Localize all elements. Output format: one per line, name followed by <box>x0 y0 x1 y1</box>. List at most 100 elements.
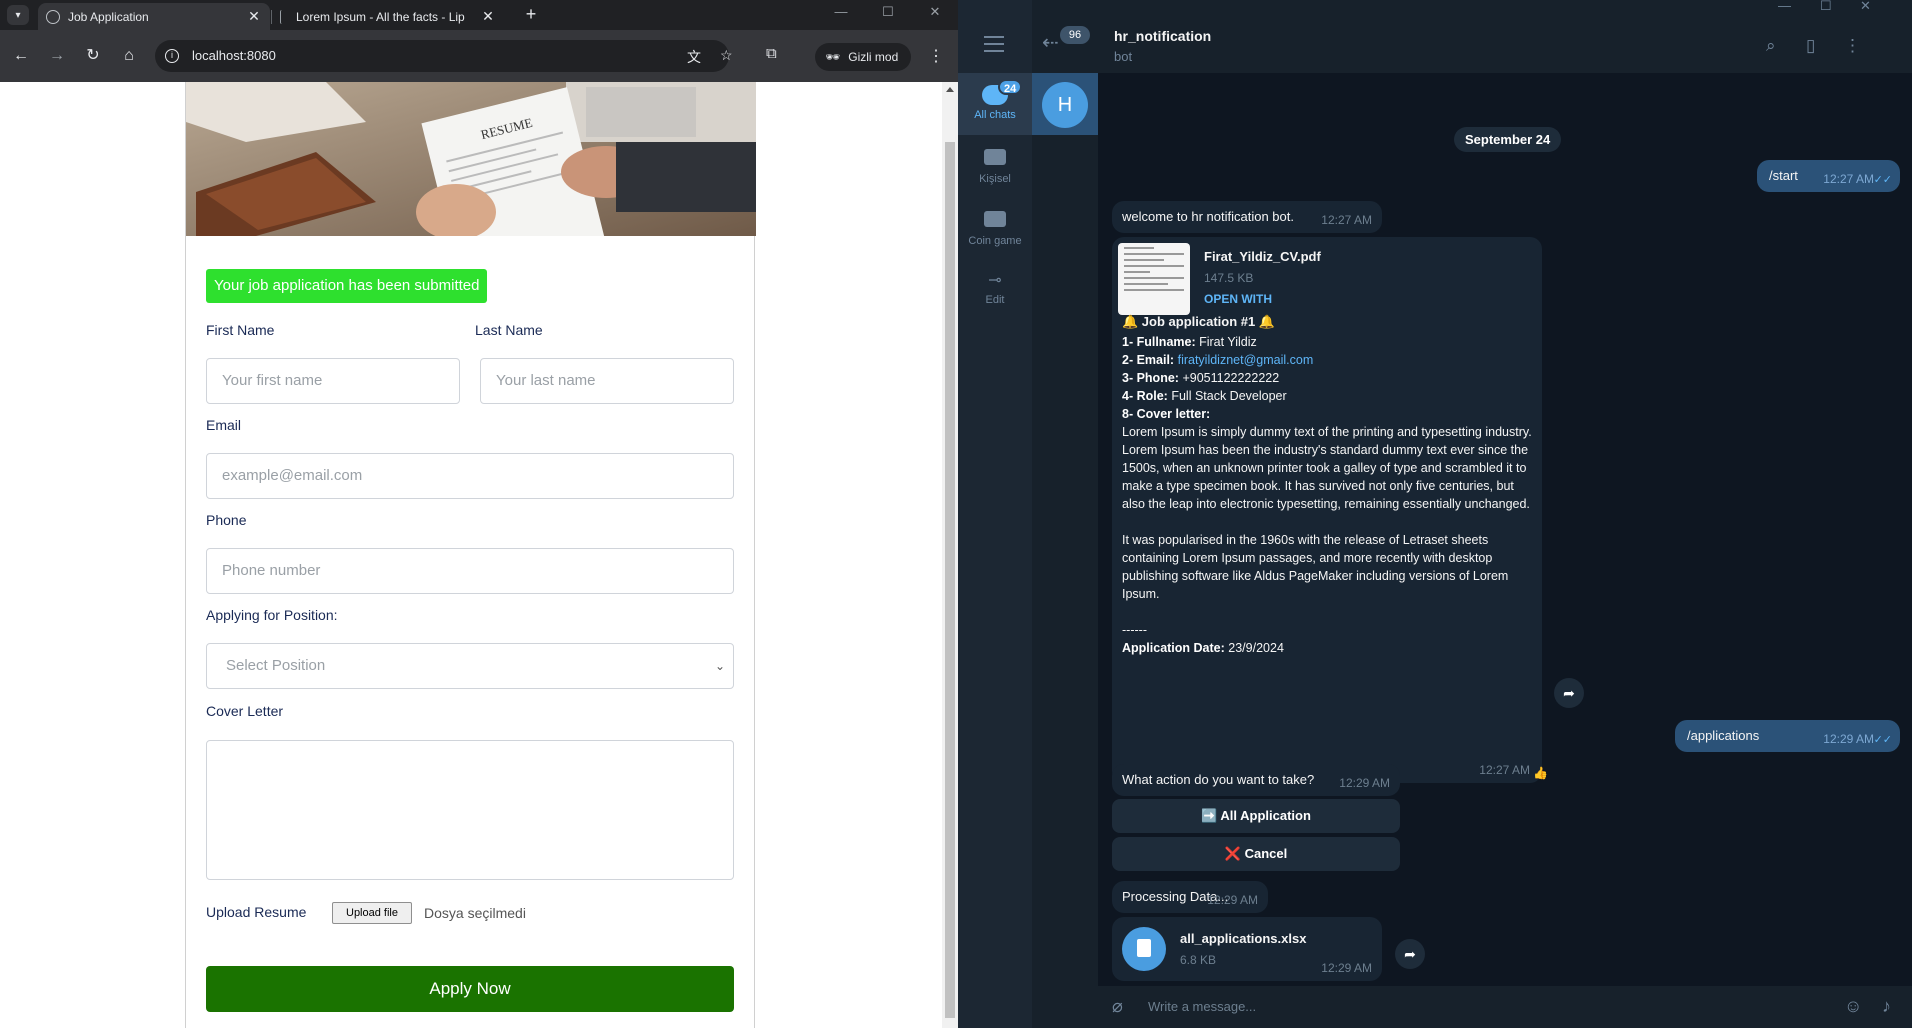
success-alert: Your job application has been submitted <box>206 269 488 303</box>
cover-letter-label: 8- Cover letter: <box>1122 407 1211 421</box>
upload-file-button[interactable]: Upload file <box>332 902 412 924</box>
reload-icon[interactable]: ↻ <box>82 45 104 67</box>
message-time: 12:27 AM <box>1479 763 1530 777</box>
document-icon[interactable] <box>1122 927 1166 971</box>
file-name[interactable]: Firat_Yildiz_CV.pdf <box>1204 249 1321 264</box>
folder-all-chats[interactable]: 24 All chats <box>958 73 1032 135</box>
maximize-icon[interactable]: ☐ <box>877 4 899 20</box>
cross-icon: ❌ <box>1224 846 1241 861</box>
bookmark-star-icon[interactable]: ☆ <box>720 47 733 64</box>
email-input[interactable]: example@email.com <box>206 453 734 499</box>
application-date-label: Application Date: <box>1122 641 1225 655</box>
extensions-icon[interactable]: ⧉ <box>766 45 777 62</box>
sliders-icon: ⊸ <box>988 272 1002 289</box>
paperclip-icon[interactable]: ⌀ <box>1112 996 1123 1017</box>
folder-kisisel[interactable]: Kişisel <box>958 145 1032 197</box>
file-name[interactable]: all_applications.xlsx <box>1180 931 1306 946</box>
chat-list <box>1032 0 1098 1028</box>
message-incoming[interactable]: What action do you want to take? 12:29 A… <box>1112 764 1400 796</box>
email-label: Email <box>206 417 242 433</box>
folder-edit[interactable]: ⊸ Edit <box>958 270 1032 322</box>
message-time: 12:27 AM <box>1321 213 1372 227</box>
hamburger-menu-icon[interactable] <box>984 36 1004 57</box>
message-time: 12:29 AM <box>1823 732 1874 746</box>
sidebar-toggle-icon[interactable]: ▯ <box>1806 36 1815 56</box>
arrow-right-icon: ➡️ <box>1201 808 1218 823</box>
url-text[interactable]: localhost:8080 <box>192 48 276 63</box>
unread-badge: 24 <box>998 79 1023 95</box>
last-name-input[interactable]: Your last name <box>480 358 734 404</box>
forward-icon[interactable]: ➦ <box>1395 939 1425 969</box>
minimize-icon[interactable]: — <box>1778 0 1791 13</box>
message-cv-document[interactable]: Firat_Yildiz_CV.pdf 147.5 KB OPEN WITH 🔔… <box>1112 237 1548 783</box>
folder-label: Edit <box>985 294 1005 306</box>
folder-sidebar: 24 All chats Kişisel Coin game ⊸ Edit <box>958 0 1032 1028</box>
kebab-menu-icon[interactable]: ⋮ <box>928 46 944 66</box>
folder-coin-game[interactable]: Coin game <box>958 207 1032 259</box>
message-outgoing[interactable]: /start 12:27 AM ✓✓ <box>1757 160 1900 192</box>
file-size: 6.8 KB <box>1180 953 1217 967</box>
inline-button-all-application[interactable]: ➡️ All Application <box>1112 799 1400 833</box>
message-outgoing[interactable]: /applications 12:29 AM ✓✓ <box>1675 720 1900 752</box>
message-time: 12:27 AM <box>1823 172 1874 186</box>
page-icon <box>280 9 288 24</box>
microphone-icon[interactable]: ♪ <box>1882 996 1891 1017</box>
phone-input[interactable]: Phone number <box>206 548 734 594</box>
message-time: 12:29 AM <box>1321 961 1372 975</box>
home-icon[interactable]: ⌂ <box>118 45 140 67</box>
pdf-thumbnail[interactable] <box>1118 243 1190 315</box>
message-input[interactable]: Write a message... <box>1148 999 1256 1014</box>
message-text: /start <box>1769 168 1798 183</box>
close-icon[interactable]: ✕ <box>480 8 496 25</box>
close-window-icon[interactable]: ✕ <box>924 4 946 20</box>
tab-job-application[interactable]: Job Application ✕ <box>38 3 270 30</box>
back-arrow-icon[interactable]: ← <box>10 45 32 67</box>
telegram-window: 24 All chats Kişisel Coin game ⊸ Edit ⇠ … <box>958 0 1912 1028</box>
emoji-icon[interactable]: ☺ <box>1844 996 1862 1017</box>
email-link[interactable]: firatyildiznet@gmail.com <box>1178 353 1314 367</box>
thumbs-up-reaction-icon[interactable]: 👍 <box>1533 766 1548 780</box>
folder-label: Coin game <box>968 235 1022 247</box>
back-arrow-icon[interactable]: ⇠ <box>1042 30 1059 55</box>
forward-icon[interactable]: ➦ <box>1554 678 1584 708</box>
message-text: welcome to hr notification bot. <box>1122 209 1294 224</box>
page-viewport: RESUME Your job application has been sub… <box>0 82 942 1028</box>
first-name-input[interactable]: Your first name <box>206 358 460 404</box>
message-xlsx-document[interactable]: all_applications.xlsx 6.8 KB 12:29 AM <box>1112 917 1382 981</box>
phone-label: 3- Phone: <box>1122 371 1179 385</box>
translate-icon[interactable]: 文 <box>687 47 701 67</box>
tab-search-button[interactable]: ▾ <box>7 5 29 25</box>
avatar[interactable]: H <box>1042 82 1088 128</box>
close-icon[interactable]: ✕ <box>246 8 262 25</box>
file-size: 147.5 KB <box>1204 271 1254 285</box>
incognito-badge[interactable]: 🕶 Gizli mod <box>815 43 911 71</box>
position-select[interactable]: Select Position ⌄ <box>206 643 734 689</box>
site-info-icon[interactable]: i <box>165 49 179 63</box>
message-incoming[interactable]: welcome to hr notification bot. 12:27 AM <box>1112 201 1382 233</box>
incognito-icon: 🕶 <box>825 50 841 64</box>
cover-letter-textarea[interactable] <box>206 740 734 880</box>
scrollbar-thumb[interactable] <box>945 142 955 1018</box>
apply-now-button[interactable]: Apply Now <box>206 966 734 1012</box>
close-window-icon[interactable]: ✕ <box>1860 0 1871 14</box>
inline-button-cancel[interactable]: ❌ Cancel <box>1112 837 1400 871</box>
kebab-menu-icon[interactable]: ⋮ <box>1844 36 1861 56</box>
minimize-icon[interactable]: — <box>830 4 852 19</box>
role-label: 4- Role: <box>1122 389 1168 403</box>
search-icon[interactable]: ⌕ <box>1766 36 1776 56</box>
page-scrollbar[interactable] <box>942 82 958 1028</box>
scroll-up-icon[interactable] <box>946 87 954 92</box>
message-area: September 24 /start 12:27 AM ✓✓ welcome … <box>1098 73 1912 986</box>
tab-title: Job Application <box>68 9 149 24</box>
folder-icon <box>984 211 1006 227</box>
chat-title[interactable]: hr_notification <box>1114 28 1211 44</box>
message-incoming[interactable]: Processing Data... 12:29 AM <box>1112 881 1268 913</box>
forward-arrow-icon[interactable]: → <box>46 45 68 67</box>
tab-title: Lorem Ipsum - All the facts - Lip <box>296 9 465 24</box>
address-bar[interactable]: i localhost:8080 文 ☆ <box>155 40 733 72</box>
read-ticks-icon: ✓✓ <box>1873 734 1892 746</box>
tab-lorem-ipsum[interactable]: Lorem Ipsum - All the facts - Lip ✕ <box>272 3 504 30</box>
maximize-icon[interactable]: ☐ <box>1820 0 1832 14</box>
open-with-link[interactable]: OPEN WITH <box>1204 292 1272 306</box>
new-tab-button[interactable]: + <box>520 4 542 25</box>
